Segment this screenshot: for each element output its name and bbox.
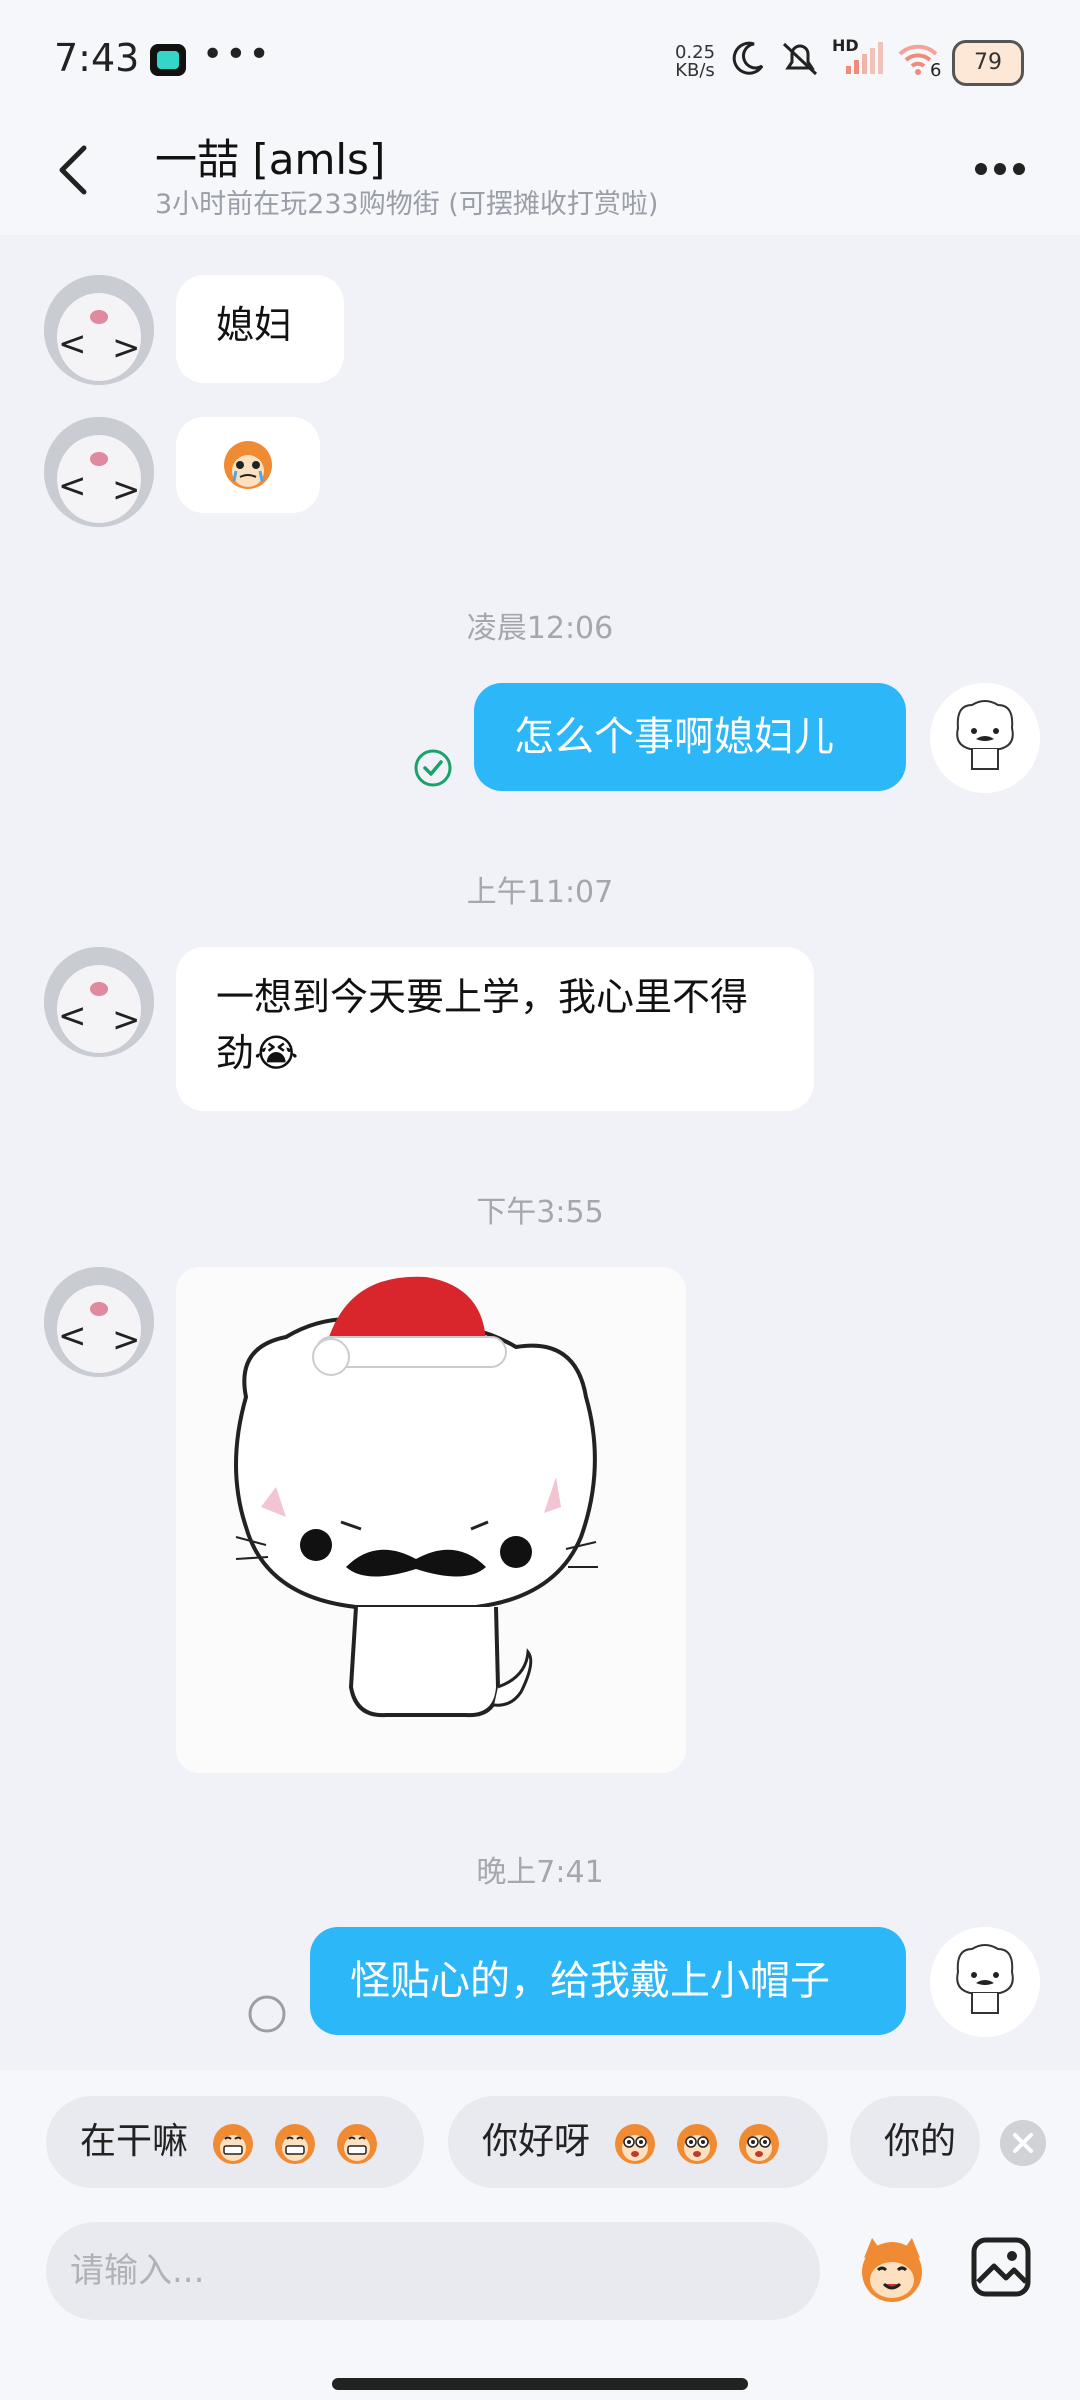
- wide-eyed-monkey-emoji-icon: [615, 2124, 656, 2164]
- cat-avatar-icon: < >: [44, 947, 154, 1057]
- svg-text:<: <: [58, 466, 87, 506]
- contact-avatar[interactable]: < >: [44, 417, 154, 527]
- home-indicator[interactable]: [332, 2378, 748, 2390]
- close-quick-replies-icon[interactable]: [1000, 2120, 1046, 2166]
- sticker-image[interactable]: [176, 1267, 686, 1773]
- input-bar: [0, 2200, 1080, 2400]
- quick-reply-text: 你的: [884, 2121, 957, 2162]
- sending-status-icon: [248, 1995, 286, 2033]
- back-arrow-icon[interactable]: [50, 140, 100, 200]
- svg-text:>: >: [112, 1320, 141, 1360]
- message-text: 一想到今天要上学，我心里不得劲😭: [216, 975, 749, 1075]
- message-bubble[interactable]: 一想到今天要上学，我心里不得劲😭: [176, 947, 814, 1111]
- grinning-monkey-emoji-icon: [337, 2124, 378, 2164]
- chat-header: 一喆 [amls] 3小时前在玩233购物街 (可摆摊收打赏啦): [0, 110, 1080, 235]
- contact-status: 3小时前在玩233购物街 (可摆摊收打赏啦): [155, 189, 659, 220]
- wide-eyed-monkey-emoji-icon: [677, 2124, 718, 2164]
- timestamp: 凌晨12:06: [466, 611, 614, 646]
- grinning-monkey-emoji-icon: [213, 2124, 254, 2164]
- sticker-bubble[interactable]: [176, 417, 320, 513]
- svg-text:<: <: [58, 324, 87, 364]
- outgoing-message-bubble[interactable]: 怎么个事啊媳妇儿: [474, 683, 906, 791]
- crying-monkey-emoji-icon: [224, 441, 272, 489]
- wifi-number: 6: [930, 60, 942, 81]
- network-speed-unit: KB/s: [675, 60, 715, 81]
- image-picker-icon[interactable]: [970, 2236, 1032, 2298]
- outgoing-message-bubble[interactable]: 怪贴心的，给我戴上小帽子: [310, 1927, 906, 2035]
- svg-text:<: <: [58, 1316, 87, 1356]
- status-bar: 7:43 ••• 0.25 KB/s HD 6 79: [0, 0, 1080, 110]
- svg-text:<: <: [58, 996, 87, 1036]
- wide-eyed-monkey-emoji-icon: [739, 2124, 780, 2164]
- quick-reply-text: 你好呀: [482, 2121, 591, 2162]
- grinning-monkey-emoji-icon: [275, 2124, 316, 2164]
- cat-avatar-icon: < >: [44, 417, 154, 527]
- quick-reply-text: 在干嘛: [80, 2121, 189, 2162]
- quick-reply-chip[interactable]: 在干嘛: [46, 2096, 424, 2188]
- my-avatar[interactable]: [930, 1927, 1040, 2037]
- timestamp: 下午3:55: [476, 1195, 604, 1230]
- mustache-cat-avatar-icon: [930, 1927, 1040, 2037]
- message-input[interactable]: [46, 2222, 820, 2320]
- santa-hat-mustache-cat-sticker: [176, 1267, 686, 1773]
- emoji-button-icon[interactable]: [852, 2228, 932, 2308]
- read-check-icon: [414, 749, 452, 787]
- svg-text:>: >: [112, 470, 141, 510]
- contact-avatar[interactable]: < >: [44, 947, 154, 1057]
- message-text: 怪贴心的，给我戴上小帽子: [350, 1958, 830, 2004]
- quick-reply-chip[interactable]: 你的: [850, 2096, 980, 2188]
- contact-avatar[interactable]: < >: [44, 275, 154, 385]
- network-speed: 0.25 KB/s: [670, 44, 720, 80]
- my-avatar[interactable]: [930, 683, 1040, 793]
- timestamp: 晚上7:41: [476, 1855, 604, 1890]
- mustache-cat-avatar-icon: [930, 683, 1040, 793]
- app-notification-icon: [150, 44, 186, 76]
- timestamp: 上午11:07: [466, 875, 614, 910]
- message-list[interactable]: < > 媳妇 < > 凌晨12:06 怎么个事啊媳妇儿 上午11:07 < > …: [0, 235, 1080, 2070]
- contact-name[interactable]: 一喆 [amls]: [155, 126, 385, 187]
- svg-text:>: >: [112, 1000, 141, 1040]
- contact-avatar[interactable]: < >: [44, 1267, 154, 1377]
- message-text: 媳妇: [216, 303, 293, 347]
- cat-avatar-icon: < >: [44, 1267, 154, 1377]
- signal-icon: [846, 42, 883, 74]
- more-options-icon[interactable]: [975, 160, 1035, 180]
- quick-reply-bar: 在干嘛 你好呀 你的: [0, 2070, 1080, 2200]
- cat-avatar-icon: < >: [44, 275, 154, 385]
- mute-bell-icon: [782, 42, 818, 76]
- moon-icon: [732, 41, 764, 75]
- status-time: 7:43: [54, 36, 140, 80]
- svg-text:>: >: [112, 328, 141, 368]
- message-text: 怎么个事啊媳妇儿: [514, 714, 834, 760]
- more-notifications-icon: •••: [202, 34, 272, 75]
- battery-indicator: 79: [952, 40, 1024, 86]
- message-bubble[interactable]: 媳妇: [176, 275, 344, 383]
- quick-reply-chip[interactable]: 你好呀: [448, 2096, 828, 2188]
